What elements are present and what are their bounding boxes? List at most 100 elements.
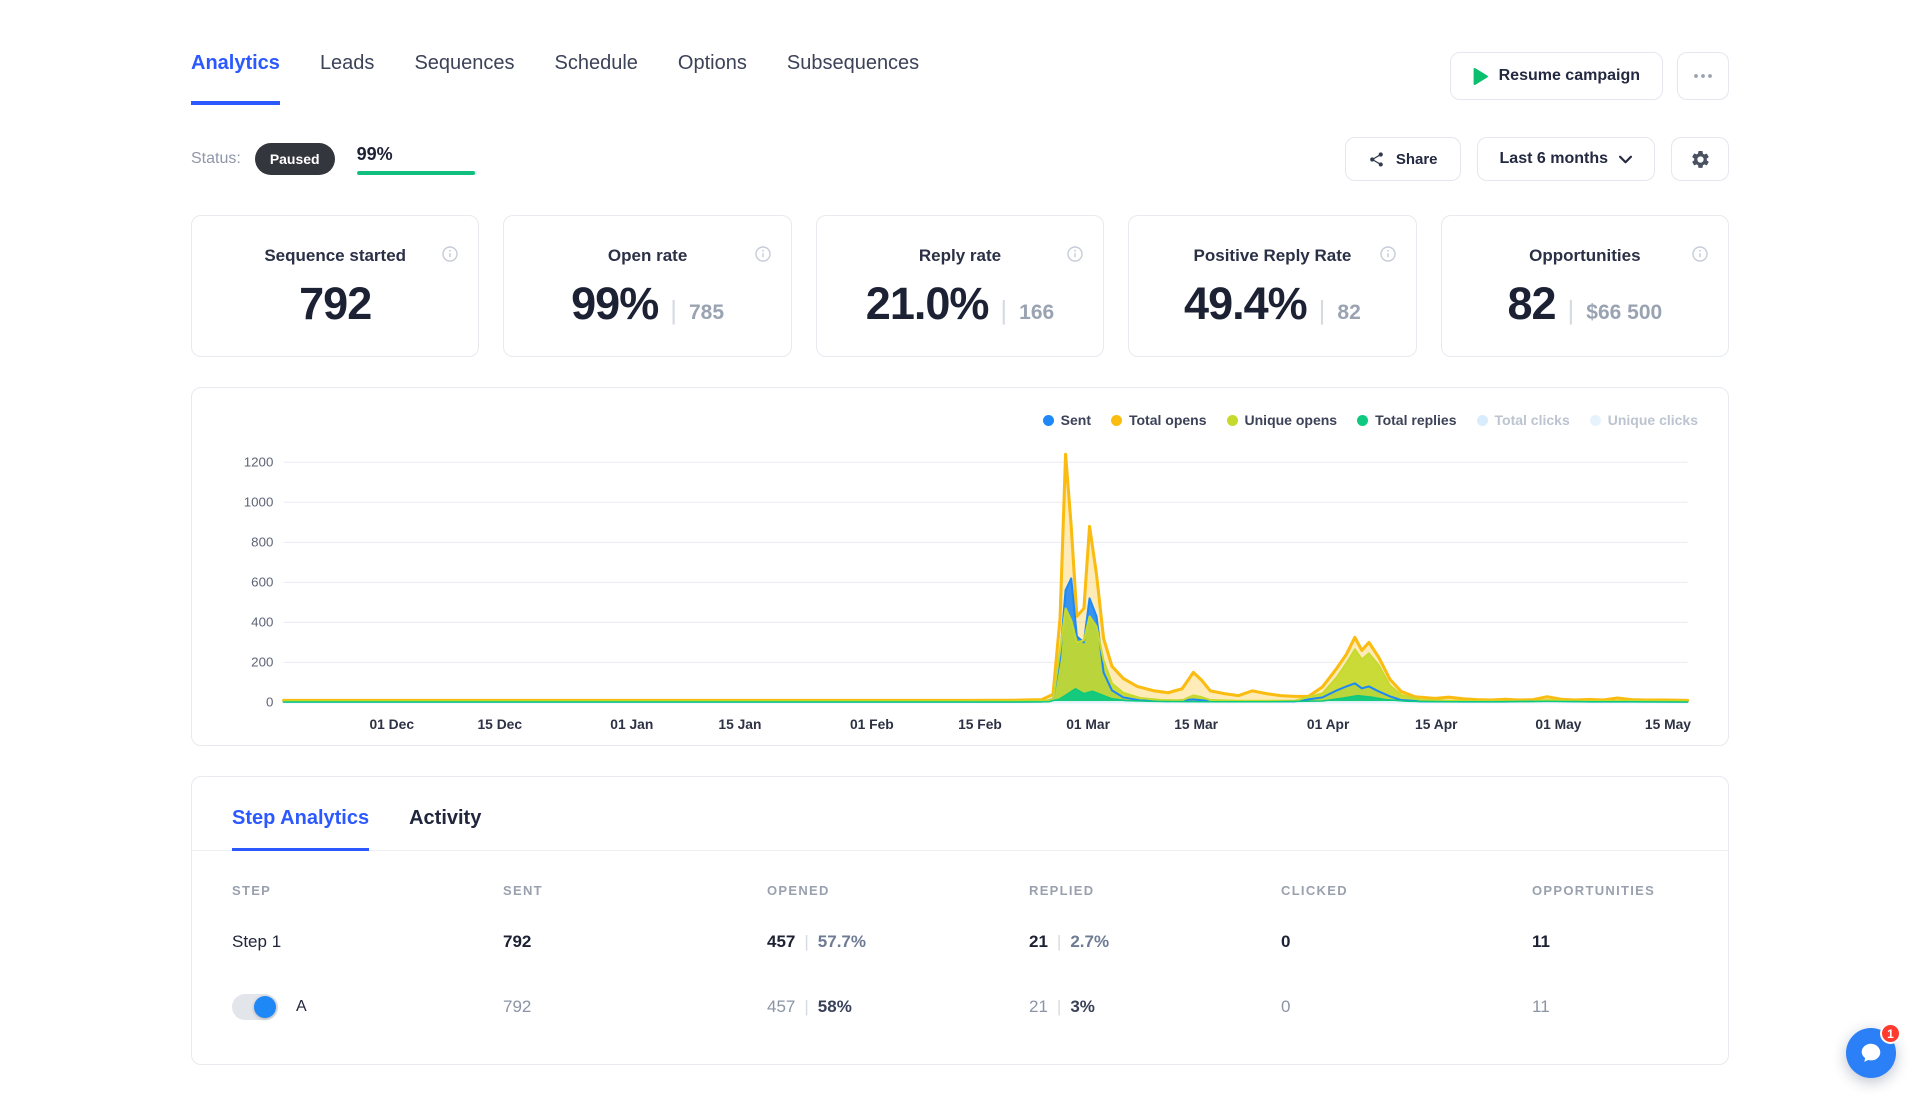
tab-step-analytics[interactable]: Step Analytics bbox=[232, 807, 369, 851]
legend-item[interactable]: Total opens bbox=[1111, 412, 1207, 428]
stat-card-title: Open rate bbox=[526, 246, 768, 266]
stat-card-opportunities: Opportunities 82 | $66 500 bbox=[1441, 215, 1729, 357]
stat-card-sequence-started: Sequence started 792 bbox=[191, 215, 479, 357]
column-header-clicked: CLICKED bbox=[1281, 883, 1532, 898]
play-icon bbox=[1473, 68, 1488, 85]
tab-sequences[interactable]: Sequences bbox=[414, 52, 514, 105]
stat-card-positive-reply-rate: Positive Reply Rate 49.4% | 82 bbox=[1128, 215, 1416, 357]
tab-activity[interactable]: Activity bbox=[409, 807, 481, 850]
svg-text:400: 400 bbox=[251, 614, 273, 629]
stat-card-title: Reply rate bbox=[839, 246, 1081, 266]
share-button[interactable]: Share bbox=[1345, 137, 1461, 181]
status-row: Status: Paused 99% Share Last 6 months bbox=[191, 137, 1729, 181]
legend-item[interactable]: Total replies bbox=[1357, 412, 1456, 428]
opportunities-value: 11 bbox=[1532, 932, 1550, 951]
info-icon[interactable] bbox=[1380, 246, 1396, 262]
stat-card-divider: | bbox=[670, 295, 677, 326]
stat-card-secondary: 82 bbox=[1337, 301, 1360, 325]
more-options-button[interactable] bbox=[1677, 52, 1729, 100]
variant-toggle[interactable] bbox=[232, 994, 278, 1020]
svg-text:01 Dec: 01 Dec bbox=[369, 716, 414, 732]
svg-text:15 Feb: 15 Feb bbox=[958, 716, 1002, 732]
stat-card-value: 21.0% bbox=[866, 278, 989, 330]
legend-item[interactable]: Total clicks bbox=[1477, 412, 1570, 428]
stat-card-secondary: $66 500 bbox=[1586, 301, 1662, 325]
clicked-value: 0 bbox=[1281, 932, 1290, 951]
progress-percent: 99% bbox=[357, 144, 477, 165]
stat-card-secondary: 166 bbox=[1019, 301, 1054, 325]
ellipsis-icon bbox=[1693, 73, 1713, 79]
legend-dot bbox=[1043, 415, 1054, 426]
svg-text:01 Jan: 01 Jan bbox=[610, 716, 653, 732]
column-header-opened: OPENED bbox=[767, 883, 1029, 898]
stat-card-value: 99% bbox=[571, 278, 658, 330]
chat-unread-badge: 1 bbox=[1880, 1023, 1901, 1044]
opened-value: 457 bbox=[767, 997, 795, 1016]
replied-percent: 2.7% bbox=[1070, 932, 1109, 951]
status-badge: Paused bbox=[255, 143, 335, 175]
tab-subsequences[interactable]: Subsequences bbox=[787, 52, 919, 105]
svg-text:15 Apr: 15 Apr bbox=[1415, 716, 1458, 732]
legend-dot bbox=[1111, 415, 1122, 426]
status-label: Status: bbox=[191, 150, 241, 168]
info-icon[interactable] bbox=[755, 246, 771, 262]
column-header-sent: SENT bbox=[503, 883, 767, 898]
topbar-actions: Resume campaign bbox=[1450, 52, 1729, 100]
status-actions: Share Last 6 months bbox=[1345, 137, 1729, 181]
campaign-progress: 99% bbox=[357, 144, 477, 175]
svg-text:600: 600 bbox=[251, 574, 273, 589]
svg-text:1200: 1200 bbox=[244, 454, 274, 469]
chat-launcher-button[interactable]: 1 bbox=[1846, 1028, 1896, 1078]
svg-text:15 Jan: 15 Jan bbox=[718, 716, 761, 732]
pipe-divider: | bbox=[804, 997, 808, 1016]
share-label: Share bbox=[1396, 151, 1438, 168]
svg-text:01 Mar: 01 Mar bbox=[1066, 716, 1110, 732]
info-icon[interactable] bbox=[1067, 246, 1083, 262]
table-header-row: STEP SENT OPENED REPLIED CLICKED OPPORTU… bbox=[192, 883, 1728, 898]
legend-item[interactable]: Unique clicks bbox=[1590, 412, 1698, 428]
stat-card-value: 49.4% bbox=[1184, 278, 1307, 330]
info-icon[interactable] bbox=[1692, 246, 1708, 262]
settings-button[interactable] bbox=[1671, 137, 1729, 181]
gear-icon bbox=[1690, 149, 1711, 170]
svg-text:01 Apr: 01 Apr bbox=[1307, 716, 1350, 732]
timeseries-chart[interactable]: 02004006008001000120001 Dec15 Dec01 Jan1… bbox=[216, 430, 1704, 737]
share-icon bbox=[1368, 151, 1385, 168]
date-range-label: Last 6 months bbox=[1500, 150, 1608, 168]
legend-item[interactable]: Unique opens bbox=[1227, 412, 1338, 428]
svg-text:01 May: 01 May bbox=[1535, 716, 1581, 732]
stat-card-divider: | bbox=[1568, 295, 1575, 326]
clicked-value: 0 bbox=[1281, 997, 1290, 1016]
date-range-dropdown[interactable]: Last 6 months bbox=[1477, 137, 1655, 181]
table-row-step-1[interactable]: Step 1 792 457|57.7% 21|2.7% 0 11 bbox=[192, 932, 1728, 952]
svg-text:15 Mar: 15 Mar bbox=[1174, 716, 1218, 732]
chart-legend: Sent Total opens Unique opens Total replies… bbox=[216, 404, 1704, 428]
stat-card-secondary: 785 bbox=[689, 301, 724, 325]
tab-leads[interactable]: Leads bbox=[320, 52, 375, 105]
tab-analytics[interactable]: Analytics bbox=[191, 52, 280, 105]
resume-campaign-button[interactable]: Resume campaign bbox=[1450, 52, 1663, 100]
stat-cards-row: Sequence started 792 Open rate 99% | 785 bbox=[191, 215, 1729, 357]
step-label: Step 1 bbox=[232, 932, 281, 952]
replied-value: 21 bbox=[1029, 997, 1048, 1016]
svg-text:15 Dec: 15 Dec bbox=[478, 716, 523, 732]
legend-item[interactable]: Sent bbox=[1043, 412, 1091, 428]
stat-card-value: 82 bbox=[1507, 278, 1555, 330]
opened-value: 457 bbox=[767, 932, 795, 951]
svg-text:200: 200 bbox=[251, 654, 273, 669]
sub-tabs: Step Analytics Activity bbox=[192, 807, 1728, 851]
sent-value: 792 bbox=[503, 997, 531, 1016]
svg-text:15 May: 15 May bbox=[1645, 716, 1691, 732]
opened-percent: 57.7% bbox=[818, 932, 866, 951]
stat-card-open-rate: Open rate 99% | 785 bbox=[503, 215, 791, 357]
info-icon[interactable] bbox=[442, 246, 458, 262]
tab-options[interactable]: Options bbox=[678, 52, 747, 105]
pipe-divider: | bbox=[1057, 997, 1061, 1016]
legend-dot bbox=[1227, 415, 1238, 426]
legend-dot bbox=[1477, 415, 1488, 426]
opportunities-value: 11 bbox=[1532, 997, 1550, 1016]
tab-schedule[interactable]: Schedule bbox=[555, 52, 638, 105]
column-header-replied: REPLIED bbox=[1029, 883, 1281, 898]
chart-card: Sent Total opens Unique opens Total replies… bbox=[191, 387, 1729, 746]
resume-campaign-label: Resume campaign bbox=[1499, 67, 1640, 85]
